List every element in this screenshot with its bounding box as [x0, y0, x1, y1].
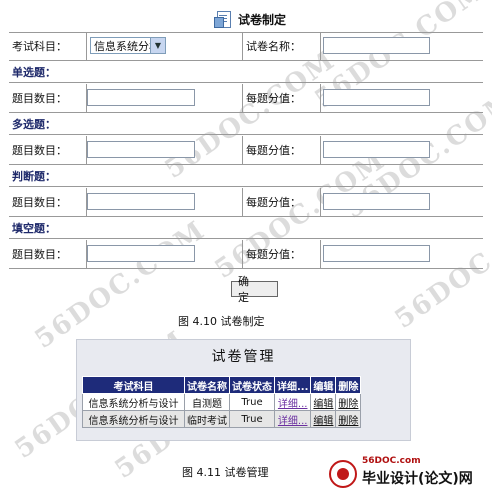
column-header: 详细... — [273, 376, 312, 394]
column-header: 删除 — [335, 376, 362, 394]
table-row: 信息系统分析与设计 临时考试 True 详细... 编辑 删除 — [82, 410, 362, 428]
paper-table: 考试科目 试卷名称 试卷状态 详细... 编辑 删除 信息系统分析与设计 自测题… — [82, 376, 362, 428]
count-label: 题目数目： — [9, 84, 87, 112]
true-false-score-input[interactable] — [323, 193, 430, 210]
single-choice-count-input[interactable] — [87, 89, 195, 106]
count-label: 题目数目： — [9, 188, 87, 216]
section-row: 题目数目： 每题分值： — [9, 136, 483, 165]
column-header: 试卷名称 — [184, 376, 230, 394]
section-fill-blank: 填空题： — [9, 217, 483, 239]
column-header: 试卷状态 — [229, 376, 275, 394]
subject-cell: 信息系统分析与设计 — [82, 393, 185, 411]
section-single-choice: 单选题： — [9, 61, 483, 83]
status-cell: True — [229, 393, 275, 411]
score-label: 每题分值： — [243, 240, 321, 268]
figure-caption: 图 4.10 试卷制定 — [178, 315, 265, 328]
subject-cell: 信息系统分析与设计 — [82, 410, 185, 428]
chevron-down-icon[interactable]: ▼ — [150, 38, 165, 53]
section-row: 题目数目： 每题分值： — [9, 240, 483, 269]
form-title-text: 试卷制定 — [238, 12, 287, 27]
paper-name-cell: 临时考试 — [184, 410, 230, 428]
site-logo: 56DOC.com 毕业设计(论文)网 — [329, 456, 489, 492]
count-label: 题目数目： — [9, 240, 87, 268]
paper-form: 试卷制定 考试科目： 信息系统分析 ▼ 试卷名称： 单选题： 题目数目： 每题分… — [9, 0, 483, 304]
subject-select[interactable]: 信息系统分析 ▼ — [90, 37, 166, 54]
logo-icon — [329, 460, 357, 488]
logo-url: 56DOC.com — [362, 456, 421, 466]
score-label: 每题分值： — [243, 136, 321, 164]
single-choice-score-input[interactable] — [323, 89, 430, 106]
section-multi-choice: 多选题： — [9, 113, 483, 135]
manage-title: 试卷管理 — [211, 349, 276, 365]
form-title: 试卷制定 — [214, 8, 286, 30]
subject-label: 考试科目： — [9, 32, 87, 60]
multi-choice-score-input[interactable] — [323, 141, 430, 158]
edit-link[interactable]: 编辑 — [313, 416, 333, 427]
paper-name-input[interactable] — [323, 37, 430, 54]
score-label: 每题分值： — [243, 188, 321, 216]
multi-choice-count-input[interactable] — [87, 141, 195, 158]
document-icon — [214, 11, 232, 28]
column-header: 编辑 — [310, 376, 337, 394]
figure-caption: 图 4.11 试卷管理 — [182, 466, 269, 479]
detail-link[interactable]: 详细... — [278, 416, 308, 427]
true-false-count-input[interactable] — [87, 193, 195, 210]
logo-name: 毕业设计(论文)网 — [362, 471, 473, 487]
fill-blank-score-input[interactable] — [323, 245, 430, 262]
delete-link[interactable]: 删除 — [338, 399, 358, 410]
count-label: 题目数目： — [9, 136, 87, 164]
table-row: 信息系统分析与设计 自测题 True 详细... 编辑 删除 — [82, 393, 362, 411]
paper-name-label: 试卷名称： — [243, 32, 321, 60]
column-header: 考试科目 — [82, 376, 185, 394]
score-label: 每题分值： — [243, 84, 321, 112]
edit-link[interactable]: 编辑 — [313, 399, 333, 410]
confirm-button[interactable]: 确 定 — [231, 275, 278, 304]
section-true-false: 判断题： — [9, 165, 483, 187]
section-row: 题目数目： 每题分值： — [9, 84, 483, 113]
paper-name-cell: 自测题 — [184, 393, 230, 411]
detail-link[interactable]: 详细... — [278, 399, 308, 410]
paper-management-panel: 试卷管理 考试科目 试卷名称 试卷状态 详细... 编辑 删除 信息系统分析与设… — [76, 339, 411, 441]
fill-blank-count-input[interactable] — [87, 245, 195, 262]
delete-link[interactable]: 删除 — [338, 416, 358, 427]
subject-row: 考试科目： 信息系统分析 ▼ 试卷名称： — [9, 32, 483, 61]
table-header-row: 考试科目 试卷名称 试卷状态 详细... 编辑 删除 — [82, 376, 362, 394]
section-row: 题目数目： 每题分值： — [9, 188, 483, 217]
status-cell: True — [229, 410, 275, 428]
